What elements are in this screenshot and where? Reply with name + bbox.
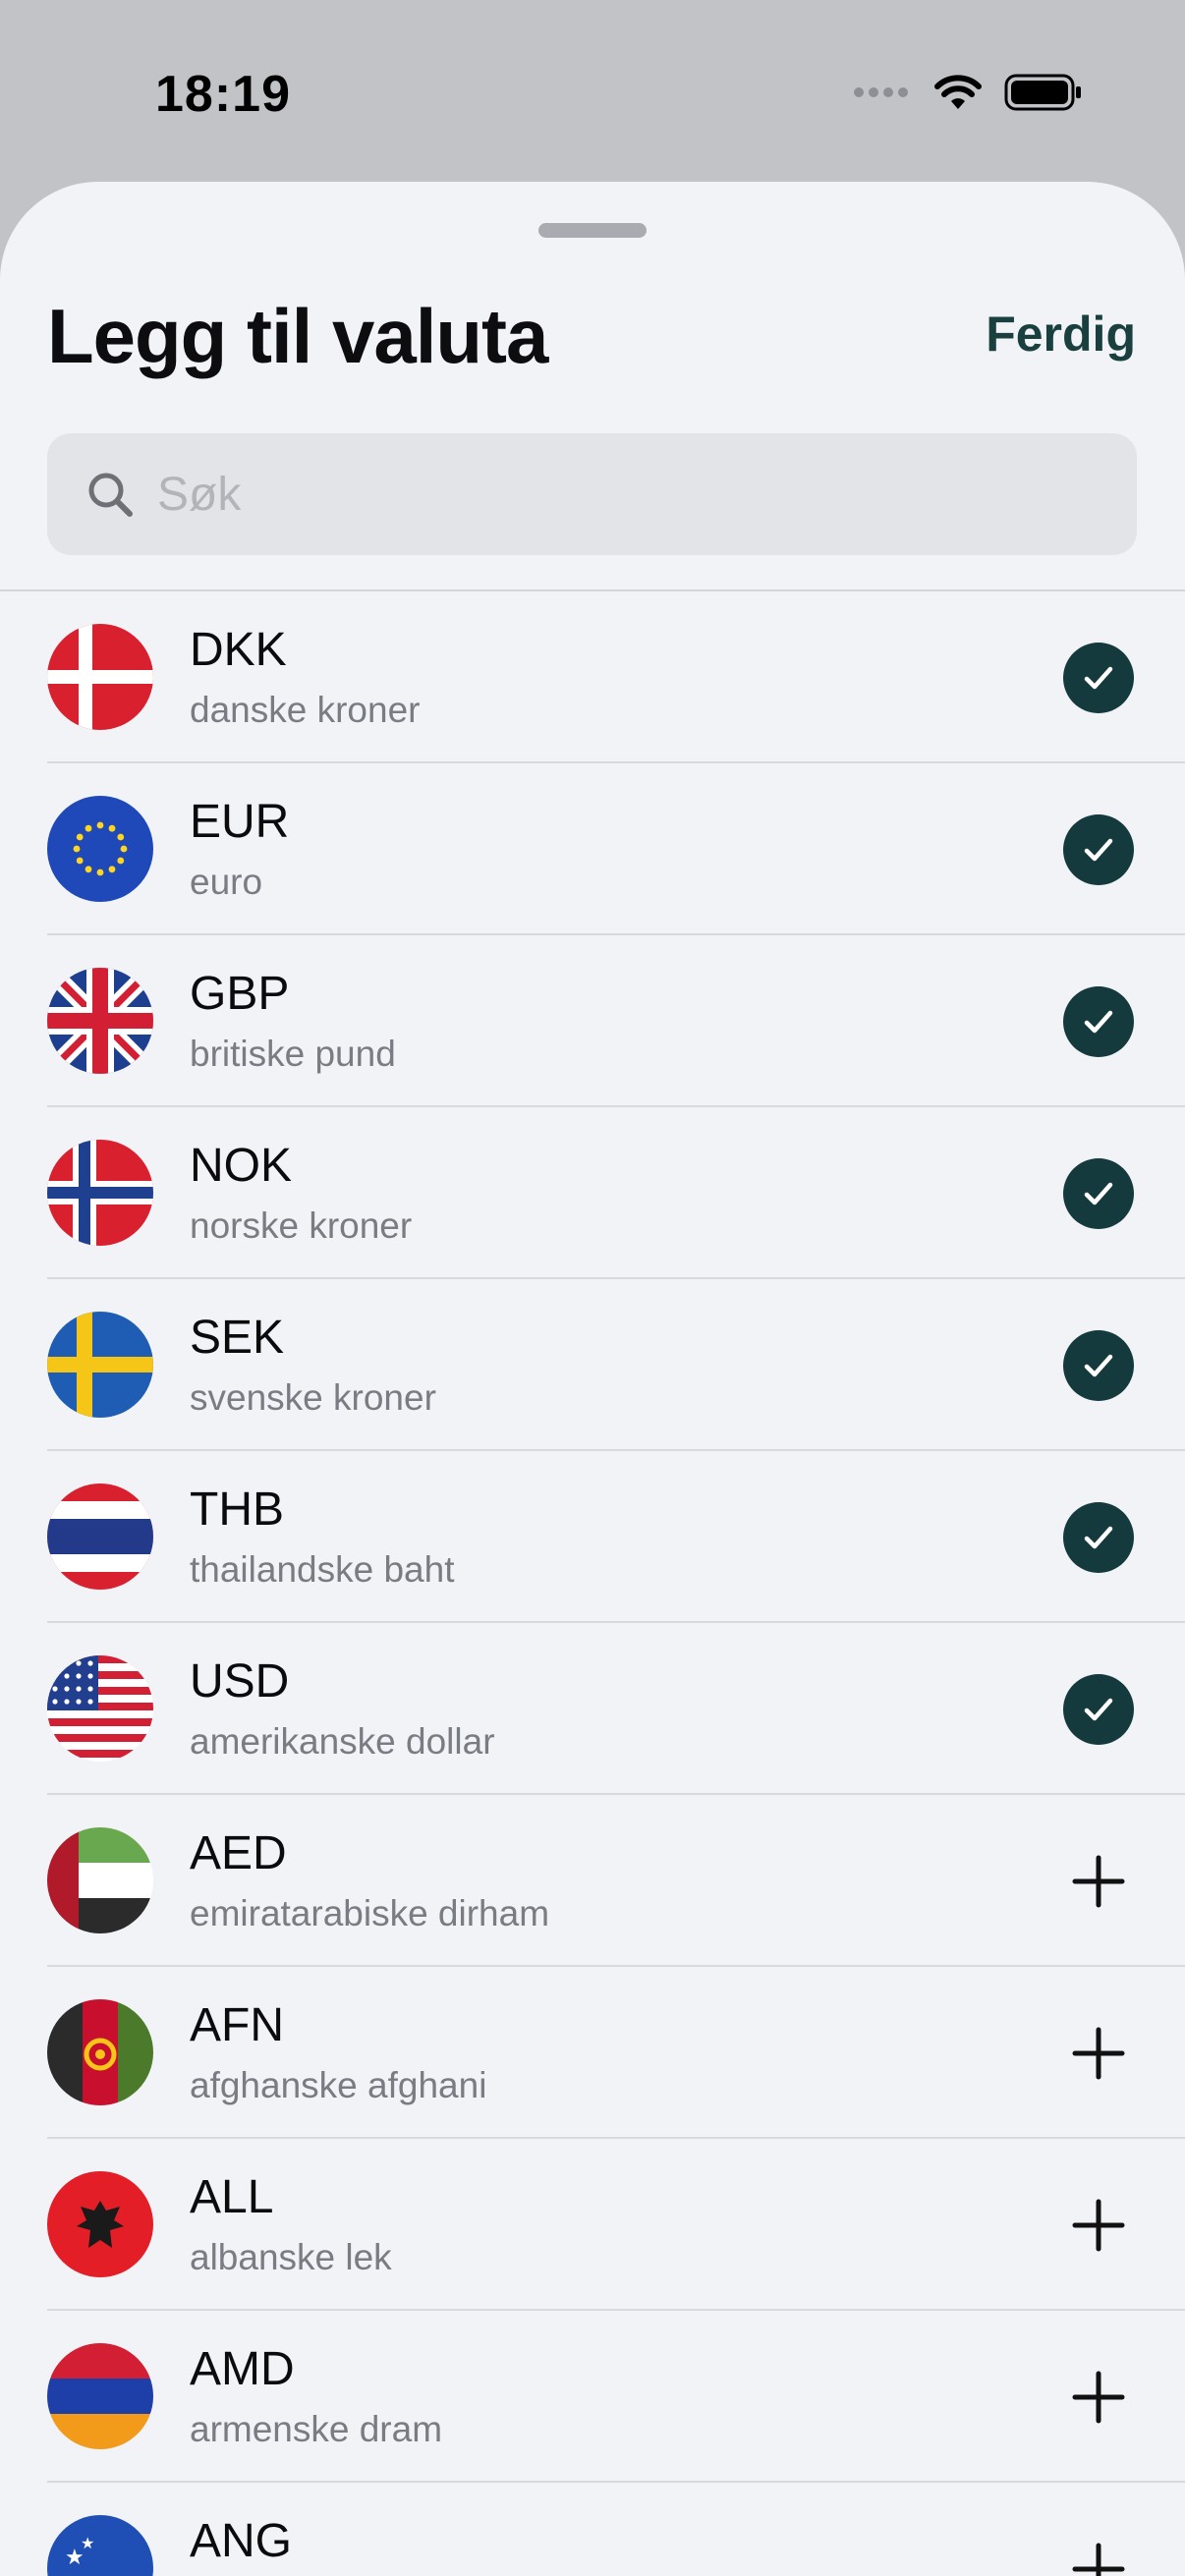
currency-code: ALL <box>190 2171 274 2223</box>
currency-row-usd[interactable]: USD amerikanske dollar <box>0 1623 1185 1795</box>
checkmark-selected-icon <box>1063 814 1134 885</box>
plus-icon <box>1063 2534 1134 2576</box>
currency-name: amerikanske dollar <box>190 1721 495 1762</box>
norway-flag-icon <box>47 1140 153 1246</box>
done-button[interactable]: Ferdig <box>986 306 1136 363</box>
currency-code: DKK <box>190 624 287 676</box>
plus-icon <box>1063 2018 1134 2089</box>
search-field[interactable] <box>47 433 1137 555</box>
currency-row-nok[interactable]: NOK norske kroner <box>0 1107 1185 1279</box>
checkmark-selected-icon <box>1063 1502 1134 1573</box>
add-currency-button[interactable] <box>1063 2362 1134 2433</box>
currency-row-amd[interactable]: AMD armenske dram <box>0 2311 1185 2483</box>
currency-row-aed[interactable]: AED emiratarabiske dirham <box>0 1795 1185 1967</box>
currency-name: afghanske afghani <box>190 2065 487 2105</box>
currency-code: SEK <box>190 1312 285 1364</box>
currency-row-ang[interactable]: ★ ★ ANG <box>0 2483 1185 2576</box>
plus-icon <box>1063 2362 1134 2433</box>
currency-row-eur[interactable]: EUR euro <box>0 763 1185 935</box>
currency-code: AMD <box>190 2343 295 2395</box>
currency-name: emiratarabiske dirham <box>190 1893 550 1933</box>
status-bar: 18:19 <box>0 0 1185 182</box>
currency-name: armenske dram <box>190 2409 443 2449</box>
currency-row-sek[interactable]: SEK svenske kroner <box>0 1279 1185 1451</box>
status-time: 18:19 <box>155 66 291 123</box>
currency-name: euro <box>190 862 263 902</box>
currency-row-dkk[interactable]: DKK danske kroner <box>0 591 1185 763</box>
currency-list: DKK danske kroner EUR euro GBP britiske pund N… <box>0 589 1185 2576</box>
sheet-grabber[interactable] <box>538 223 647 238</box>
checkmark-selected-icon <box>1063 986 1134 1057</box>
currency-name: thailandske baht <box>190 1549 455 1590</box>
currency-row-afn[interactable]: AFN afghanske afghani <box>0 1967 1185 2139</box>
uae-flag-icon <box>47 1827 153 1933</box>
uk-flag-icon <box>47 968 153 1074</box>
search-icon <box>88 473 133 517</box>
currency-code: THB <box>190 1484 284 1536</box>
remove-currency-button[interactable] <box>1063 1330 1134 1401</box>
currency-code: NOK <box>190 1140 293 1192</box>
usa-flag-icon <box>47 1655 153 1762</box>
remove-currency-button[interactable] <box>1063 1674 1134 1745</box>
cellular-signal-icon <box>854 87 908 97</box>
denmark-flag-icon <box>47 624 153 730</box>
currency-name: danske kroner <box>190 690 421 730</box>
currency-code: AED <box>190 1827 287 1879</box>
remove-currency-button[interactable] <box>1063 1502 1134 1573</box>
add-currency-sheet: Legg til valuta Ferdig DKK danske kroner E… <box>0 182 1185 2576</box>
checkmark-selected-icon <box>1063 1330 1134 1401</box>
add-currency-button[interactable] <box>1063 2190 1134 2261</box>
currency-name: svenske kroner <box>190 1377 436 1418</box>
currency-code: GBP <box>190 968 290 1020</box>
sweden-flag-icon <box>47 1312 153 1418</box>
albania-flag-icon <box>47 2171 153 2277</box>
currency-code: EUR <box>190 796 290 848</box>
currency-name: norske kroner <box>190 1205 413 1246</box>
thailand-flag-icon <box>47 1484 153 1590</box>
plus-icon <box>1063 1846 1134 1917</box>
eu-flag-icon <box>47 796 153 902</box>
plus-icon <box>1063 2190 1134 2261</box>
checkmark-selected-icon <box>1063 643 1134 713</box>
sheet-title: Legg til valuta <box>47 293 548 379</box>
remove-currency-button[interactable] <box>1063 643 1134 713</box>
add-currency-button[interactable] <box>1063 1846 1134 1917</box>
currency-row-gbp[interactable]: GBP britiske pund <box>0 935 1185 1107</box>
currency-row-thb[interactable]: THB thailandske baht <box>0 1451 1185 1623</box>
checkmark-selected-icon <box>1063 1158 1134 1229</box>
add-currency-button[interactable] <box>1063 2534 1134 2576</box>
status-icons <box>853 73 1083 112</box>
curacao-flag-icon: ★ ★ <box>47 2515 153 2576</box>
checkmark-selected-icon <box>1063 1674 1134 1745</box>
remove-currency-button[interactable] <box>1063 1158 1134 1229</box>
remove-currency-button[interactable] <box>1063 814 1134 885</box>
armenia-flag-icon <box>47 2343 153 2449</box>
currency-row-all[interactable]: ALL albanske lek <box>0 2139 1185 2311</box>
currency-code: AFN <box>190 1999 284 2051</box>
svg-text:★: ★ <box>81 2536 94 2552</box>
battery-icon <box>1004 74 1081 111</box>
wifi-icon <box>934 75 982 109</box>
remove-currency-button[interactable] <box>1063 986 1134 1057</box>
currency-name: albanske lek <box>190 2237 392 2277</box>
currency-name: britiske pund <box>190 1034 396 1074</box>
search-input[interactable] <box>157 433 1100 555</box>
afghanistan-flag-icon <box>47 1999 153 2105</box>
add-currency-button[interactable] <box>1063 2018 1134 2089</box>
currency-code: USD <box>190 1655 290 1708</box>
currency-code: ANG <box>190 2515 293 2567</box>
